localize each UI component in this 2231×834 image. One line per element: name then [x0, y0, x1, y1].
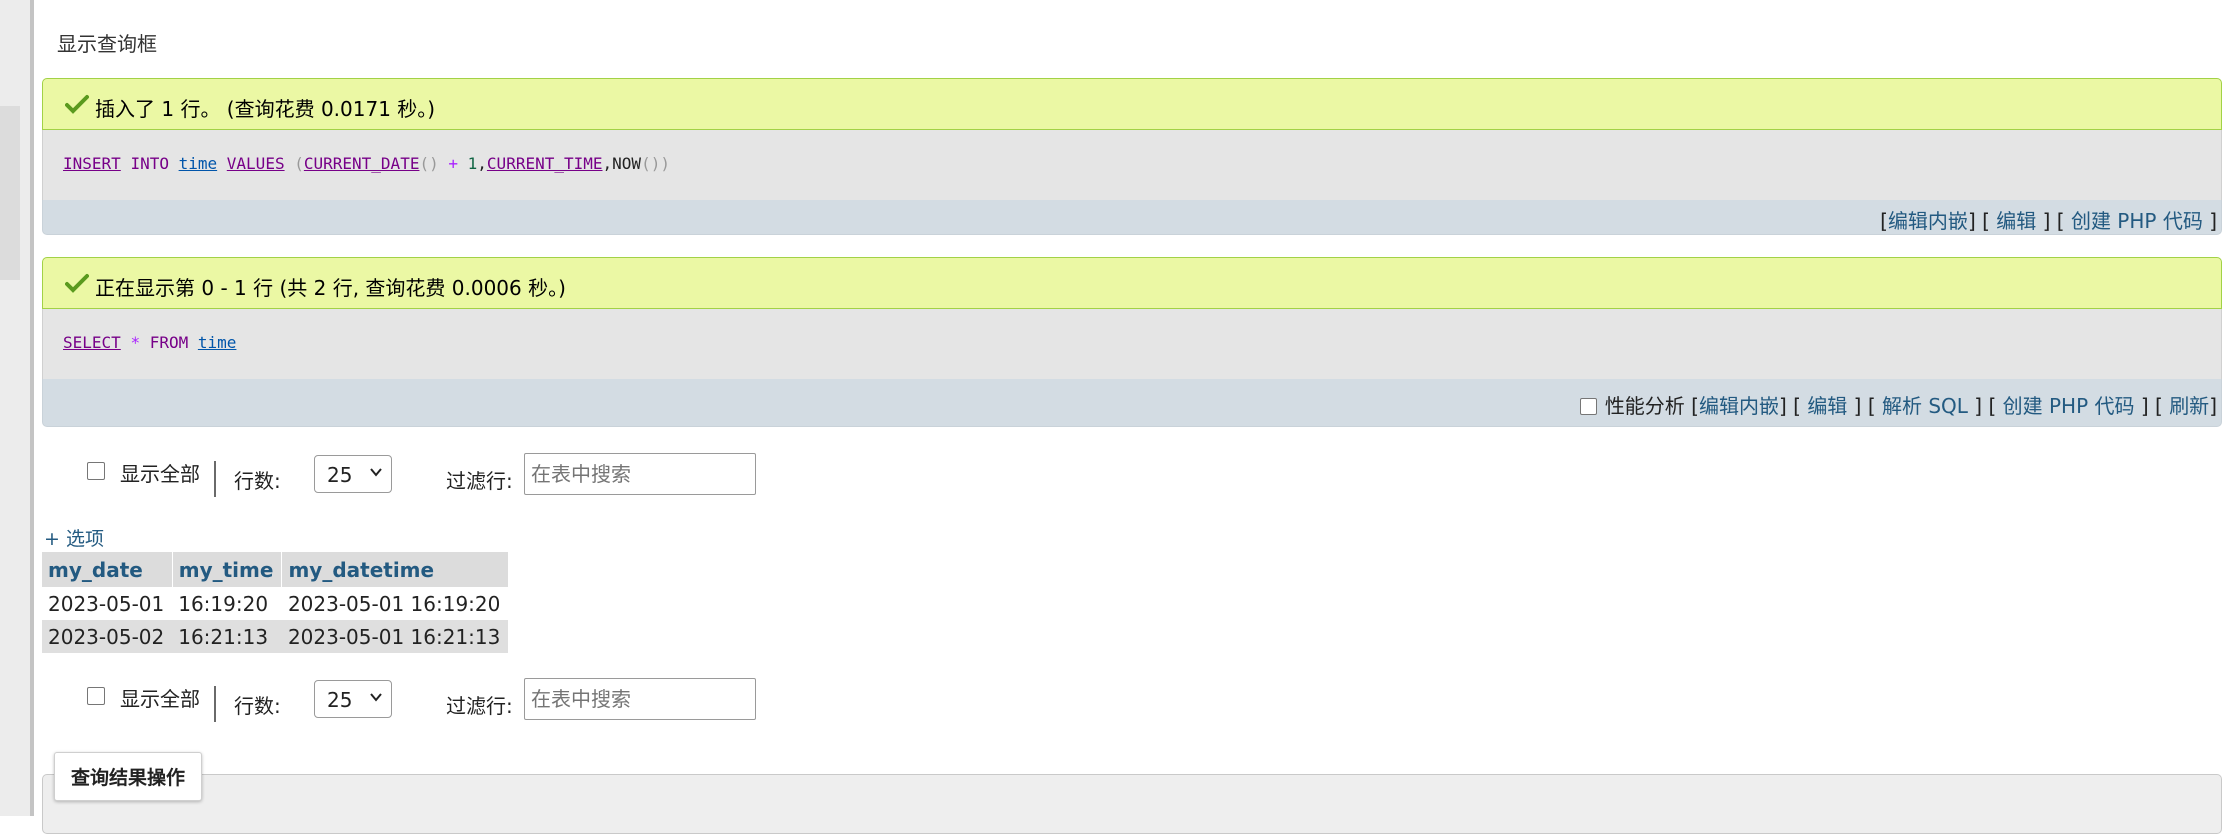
edit-inline-link[interactable]: 编辑内嵌	[1699, 394, 1779, 418]
filter-rows-label: 过滤行:	[446, 469, 513, 493]
sql-keyword[interactable]: SELECT	[63, 333, 121, 352]
bracket: ] [	[1853, 394, 1876, 418]
column-header-my-date[interactable]: my_date	[42, 552, 173, 587]
table-cell[interactable]: 2023-05-01 16:21:13	[281, 620, 509, 653]
edit-inline-link[interactable]: 编辑内嵌	[1888, 209, 1968, 233]
filter-rows-label: 过滤行:	[446, 694, 513, 718]
section-title: 显示查询框	[57, 32, 157, 56]
sql-comma: ,	[602, 154, 613, 173]
query-results-operations-tab[interactable]: 查询结果操作	[54, 752, 203, 801]
insert-success-message: 插入了 1 行。 (查询花费 0.0171 秒。)	[42, 78, 2222, 130]
divider	[214, 461, 216, 497]
refresh-link[interactable]: 刷新	[2169, 394, 2209, 418]
bracket: ]	[2209, 209, 2217, 233]
sql-operator: *	[130, 333, 141, 352]
query-results-operations-panel	[42, 774, 2222, 834]
bracket: [	[1880, 209, 1888, 233]
column-header-my-datetime[interactable]: my_datetime	[281, 552, 509, 587]
select-links-bar: 性能分析 [编辑内嵌] [ 编辑 ] [ 解析 SQL ] [ 创建 PHP 代…	[42, 379, 2222, 427]
check-icon	[65, 274, 89, 293]
table-row[interactable]: 2023-05-01 16:19:20 2023-05-01 16:19:20	[42, 587, 509, 620]
table-cell[interactable]: 16:21:13	[172, 620, 282, 653]
profiling-checkbox[interactable]	[1579, 398, 1597, 415]
filter-rows-input[interactable]	[524, 678, 756, 720]
select-message-text: 正在显示第 0 - 1 行 (共 2 行, 查询花费 0.0006 秒。)	[95, 276, 566, 300]
select-links: 性能分析 [编辑内嵌] [ 编辑 ] [ 解析 SQL ] [ 创建 PHP 代…	[1579, 390, 2217, 419]
table-navigation-top: 显示全部 行数: 25 过滤行:	[42, 453, 842, 499]
insert-links: [编辑内嵌] [ 编辑 ] [ 创建 PHP 代码 ]	[1880, 205, 2217, 234]
bracket: ] [	[1967, 209, 1990, 233]
filter-rows-input[interactable]	[524, 453, 756, 495]
chevron-down-icon	[370, 468, 382, 477]
explain-sql-link[interactable]: 解析 SQL	[1882, 394, 1968, 418]
show-all-checkbox[interactable]	[87, 687, 105, 705]
sql-table-link[interactable]: time	[179, 154, 218, 173]
create-php-code-link[interactable]: 创建 PHP 代码	[2071, 209, 2203, 233]
sql-paren: ()	[641, 154, 661, 173]
sql-keyword: FROM	[149, 333, 189, 352]
sql-function[interactable]: CURRENT_TIME	[487, 154, 603, 173]
sql-keyword[interactable]: VALUES	[227, 154, 285, 173]
results-table: my_date my_time my_datetime 2023-05-01 1…	[42, 552, 509, 653]
rows-label: 行数:	[234, 694, 281, 718]
table-row[interactable]: 2023-05-02 16:21:13 2023-05-01 16:21:13	[42, 620, 509, 653]
show-all-checkbox[interactable]	[87, 462, 105, 480]
insert-links-bar: [编辑内嵌] [ 编辑 ] [ 创建 PHP 代码 ]	[42, 200, 2222, 235]
bracket: ] [	[2042, 209, 2065, 233]
show-all-label[interactable]: 显示全部	[120, 683, 200, 712]
profiling-label[interactable]: 性能分析	[1605, 394, 1685, 418]
rows-per-page-select[interactable]: 25	[314, 680, 392, 718]
select-sql-code: SELECT * FROM time	[63, 333, 236, 352]
column-header-my-time[interactable]: my_time	[172, 552, 283, 587]
sql-paren: )	[660, 154, 670, 173]
sidebar-collapse-handle[interactable]	[0, 106, 20, 280]
insert-sql-box[interactable]: INSERT INTO time VALUES (CURRENT_DATE() …	[42, 130, 2222, 200]
sql-function: NOW	[612, 154, 642, 173]
sql-keyword[interactable]: INSERT	[63, 154, 121, 173]
sql-keyword: INTO	[130, 154, 169, 173]
table-cell[interactable]: 2023-05-02	[42, 620, 173, 653]
rows-per-page-value: 25	[327, 688, 353, 712]
edit-link[interactable]: 编辑	[1996, 209, 2036, 233]
bracket: [	[1691, 394, 1699, 418]
insert-sql-code: INSERT INTO time VALUES (CURRENT_DATE() …	[63, 154, 670, 173]
edit-link[interactable]: 编辑	[1807, 394, 1847, 418]
select-sql-box[interactable]: SELECT * FROM time	[42, 309, 2222, 379]
bracket: ]	[2209, 394, 2217, 418]
table-cell[interactable]: 2023-05-01	[42, 587, 173, 620]
table-header-row: my_date my_time my_datetime	[42, 552, 509, 587]
sql-number: 1	[467, 154, 478, 173]
table-cell[interactable]: 16:19:20	[172, 587, 282, 620]
insert-message-text: 插入了 1 行。 (查询花费 0.0171 秒。)	[95, 97, 436, 121]
chevron-down-icon	[370, 693, 382, 702]
table-cell[interactable]: 2023-05-01 16:19:20	[281, 587, 509, 620]
divider	[214, 686, 216, 722]
options-link[interactable]: + 选项	[44, 524, 104, 551]
bracket: ] [	[1974, 394, 1997, 418]
rows-per-page-value: 25	[327, 463, 353, 487]
bracket: ] [	[1778, 394, 1801, 418]
sql-comma: ,	[477, 154, 487, 173]
sql-paren: (	[294, 154, 304, 173]
bracket: ] [	[2140, 394, 2163, 418]
create-php-code-link[interactable]: 创建 PHP 代码	[2003, 394, 2135, 418]
sql-operator: +	[448, 154, 458, 173]
select-success-message: 正在显示第 0 - 1 行 (共 2 行, 查询花费 0.0006 秒。)	[42, 257, 2222, 309]
check-icon	[65, 95, 89, 114]
rows-per-page-select[interactable]: 25	[314, 455, 392, 493]
sql-table-link[interactable]: time	[198, 333, 237, 352]
rows-label: 行数:	[234, 469, 281, 493]
sql-paren: ()	[419, 154, 439, 173]
show-all-label[interactable]: 显示全部	[120, 458, 200, 487]
table-navigation-bottom: 显示全部 行数: 25 过滤行:	[42, 678, 842, 724]
sql-function[interactable]: CURRENT_DATE	[304, 154, 420, 173]
